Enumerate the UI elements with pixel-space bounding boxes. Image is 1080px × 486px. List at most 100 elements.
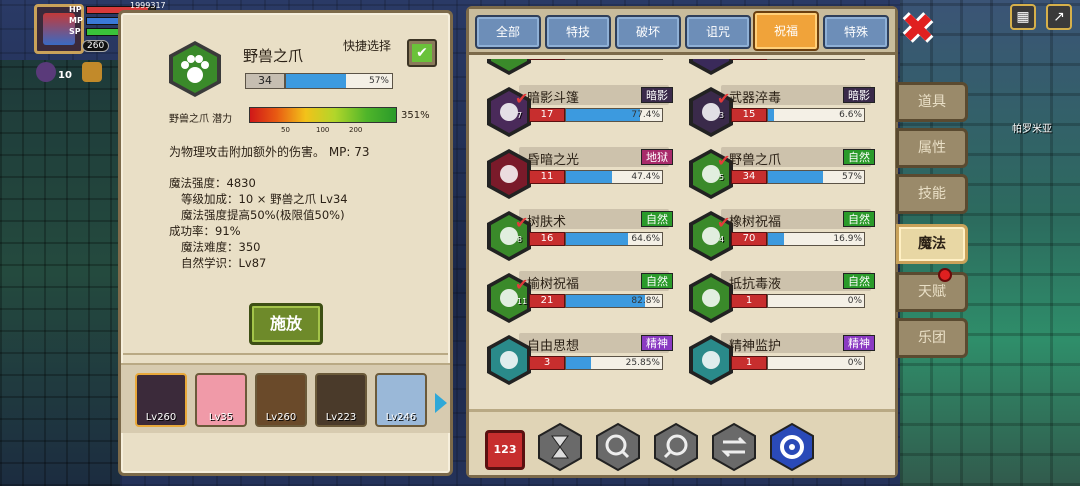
- mp-label: MP: [69, 16, 83, 25]
- skill-entry[interactable]: ✔ 4 橡树祝福 自然 70 16.9%: [681, 205, 881, 267]
- skill-entry[interactable]: ✔ 7 暗影斗篷 暗影 17 77.4%: [479, 81, 679, 143]
- skill-level: 1: [731, 294, 767, 308]
- hourglass-icon[interactable]: [537, 422, 583, 472]
- tab-blessing[interactable]: 祝福: [753, 11, 819, 51]
- skill-entry[interactable]: ✔ 5 野兽之爪 自然 34 57%: [681, 143, 881, 205]
- skill-name: 野兽之爪: [729, 153, 782, 168]
- tab-special-skill[interactable]: 特技: [545, 15, 611, 49]
- paw-skill-icon: [169, 41, 221, 97]
- tab-special[interactable]: 特殊: [823, 15, 889, 49]
- cast-button[interactable]: 施放: [249, 303, 323, 345]
- target-icon[interactable]: [769, 422, 815, 472]
- skill-name: 自由思想: [527, 339, 580, 354]
- skill-progress-bar: 82.8%: [565, 294, 663, 308]
- skill-level: 1: [731, 356, 767, 370]
- skill-school-tag: 自然: [843, 273, 875, 289]
- tab-destruction[interactable]: 破坏: [615, 15, 681, 49]
- skill-progress-pct: 57%: [841, 172, 862, 182]
- notification-dot: [938, 268, 952, 282]
- skill-school-tag: 精神: [843, 335, 875, 351]
- skill-level: 16: [529, 232, 565, 246]
- search-icon[interactable]: [595, 422, 641, 472]
- close-icon[interactable]: ✖: [900, 9, 936, 49]
- skill-slot-number: 11: [517, 297, 528, 306]
- bottom-toolbar: 123: [469, 409, 895, 475]
- skill-level: 34: [245, 73, 285, 89]
- side-tab-talent[interactable]: 天赋: [896, 272, 968, 312]
- skill-level: 34: [731, 170, 767, 184]
- map-icon[interactable]: ▦: [1010, 4, 1036, 30]
- skill-progress-bar: 47.4%: [565, 170, 663, 184]
- party-member-level: Lv260: [145, 412, 177, 423]
- skill-entry[interactable]: 自由思想 精神 3 25.85%: [479, 329, 679, 391]
- buff-icon[interactable]: [36, 62, 56, 82]
- skill-entry[interactable]: 10%: [681, 59, 881, 81]
- skill-name: 暗影斗篷: [527, 91, 580, 106]
- potential-tick: 200: [349, 126, 363, 134]
- party-member[interactable]: Lv246: [375, 373, 427, 427]
- side-tab-band[interactable]: 乐团: [896, 318, 968, 358]
- skill-slot-number: 7: [517, 111, 523, 120]
- skill-entry[interactable]: 10%: [479, 59, 679, 81]
- skill-level: 21: [529, 294, 565, 308]
- party-member-level: Lv260: [265, 412, 297, 423]
- party-member[interactable]: Lv260: [255, 373, 307, 427]
- party-member-level: Lv223: [325, 412, 357, 423]
- skill-level: 1: [731, 59, 767, 60]
- skill-entry[interactable]: ✔ 11 榆树祝福 自然 21 82.8%: [479, 267, 679, 329]
- skill-description: 为物理攻击附加额外的伤害。 MP: 73: [169, 145, 370, 159]
- bag-icon[interactable]: [82, 62, 102, 82]
- skill-entry[interactable]: 抵抗毒液 自然 1 0%: [681, 267, 881, 329]
- party-next-arrow-icon[interactable]: [435, 393, 447, 413]
- skill-level: 17: [529, 108, 565, 122]
- skill-name: 精神监护: [729, 339, 782, 354]
- stat-line: 魔法强度提高50%(极限值50%): [181, 208, 345, 222]
- skill-progress-pct: 6.6%: [839, 110, 862, 120]
- quick-select-checkbox[interactable]: ✔: [407, 39, 437, 67]
- gem-count: 10: [58, 70, 72, 81]
- skill-slot-number: 8: [517, 235, 523, 244]
- skill-progress-pct: 77.4%: [631, 110, 660, 120]
- skill-progress-bar: 77.4%: [565, 108, 663, 122]
- skill-progress-bar: 0%: [767, 59, 865, 60]
- skill-progress-bar: 64.6%: [565, 232, 663, 246]
- skill-level: 1: [529, 59, 565, 60]
- skill-name: 昏暗之光: [527, 153, 580, 168]
- skill-entry[interactable]: ✔ 3 武器淬毒 暗影 15 6.6%: [681, 81, 881, 143]
- stat-line: 魔法难度：350: [181, 240, 261, 254]
- npc-name: 帕罗米亚: [1012, 124, 1052, 135]
- skill-level: 11: [529, 170, 565, 184]
- skill-icon: [487, 59, 531, 75]
- skill-entry[interactable]: ✔ 8 树肤术 自然 16 64.6%: [479, 205, 679, 267]
- skill-progress-bar: 0%: [565, 59, 663, 60]
- skill-school-tag: 自然: [843, 149, 875, 165]
- tab-curse[interactable]: 诅咒: [685, 15, 751, 49]
- side-tab-magic[interactable]: 魔法: [896, 224, 968, 264]
- skill-entry[interactable]: 精神监护 精神 1 0%: [681, 329, 881, 391]
- party-member[interactable]: Lv35: [195, 373, 247, 427]
- stat-line: 魔法强度：4830: [169, 176, 256, 190]
- party-member[interactable]: Lv223: [315, 373, 367, 427]
- skill-school-tag: 暗影: [843, 87, 875, 103]
- exit-icon[interactable]: ↗: [1046, 4, 1072, 30]
- swap-icon[interactable]: [711, 422, 757, 472]
- potential-label: 野兽之爪 潜力: [169, 114, 233, 125]
- party-member[interactable]: Lv260: [135, 373, 187, 427]
- hotkey-slots-button[interactable]: 123: [485, 430, 525, 470]
- skill-school-tag: 自然: [641, 273, 673, 289]
- side-tab-attributes[interactable]: 属性: [896, 128, 968, 168]
- potential-pct: 351%: [401, 110, 430, 121]
- skill-school-tag: 自然: [843, 211, 875, 227]
- side-tab-items[interactable]: 道具: [896, 82, 968, 122]
- party-bar: Lv260 Lv35 Lv260 Lv223 Lv246: [121, 363, 450, 433]
- skill-icon: [689, 273, 733, 323]
- tab-all[interactable]: 全部: [475, 15, 541, 49]
- skill-icon: [487, 149, 531, 199]
- stat-line: 成功率：91%: [169, 224, 241, 238]
- skill-entry[interactable]: 昏暗之光 地狱 11 47.4%: [479, 143, 679, 205]
- skill-name: 抵抗毒液: [729, 277, 782, 292]
- skill-school-tag: 精神: [641, 335, 673, 351]
- search-alt-icon[interactable]: [653, 422, 699, 472]
- side-tab-skills[interactable]: 技能: [896, 174, 968, 214]
- stat-line: 等级加成：10 × 野兽之爪 Lv34: [181, 192, 348, 206]
